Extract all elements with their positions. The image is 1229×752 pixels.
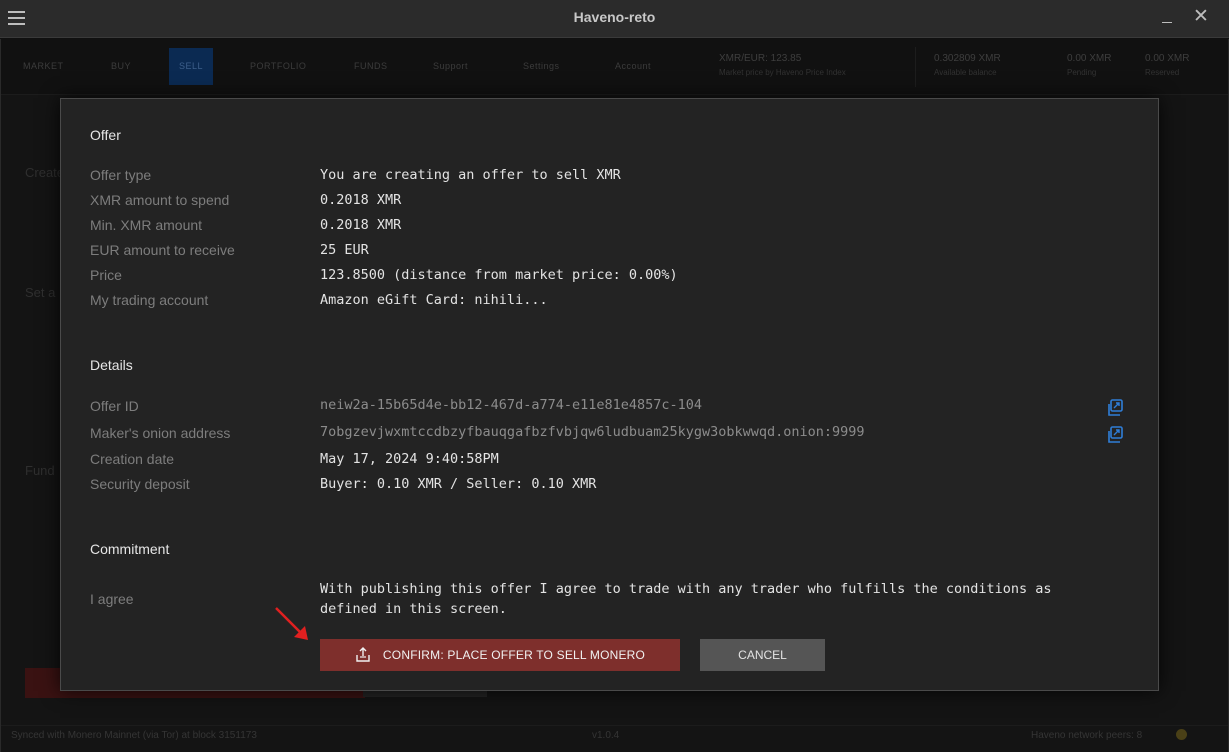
main-navbar: MARKET BUY SELL PORTFOLIO FUNDS Support … bbox=[1, 39, 1228, 95]
cancel-button[interactable]: CANCEL bbox=[700, 639, 825, 671]
price-value: 123.8500 (distance from market price: 0.… bbox=[320, 267, 678, 283]
status-bar: Synced with Monero Mainnet (via Tor) at … bbox=[1, 725, 1228, 751]
reserved-balance: 0.00 XMR bbox=[1145, 53, 1190, 64]
window-title: Haveno-reto bbox=[573, 9, 656, 25]
xmr-amount-value: 0.2018 XMR bbox=[320, 192, 402, 208]
offer-type-value: You are creating an offer to sell XMR bbox=[320, 167, 621, 183]
commitment-section-title: Commitment bbox=[90, 541, 170, 557]
creation-date-label: Creation date bbox=[90, 451, 175, 467]
pending-balance: 0.00 XMR bbox=[1067, 53, 1112, 64]
nav-portfolio[interactable]: PORTFOLIO bbox=[250, 61, 306, 71]
market-price-selector[interactable]: XMR/EUR: 123.85 Market price by Haveno P… bbox=[711, 47, 916, 87]
nav-sell[interactable]: SELL bbox=[169, 48, 213, 85]
set-heading: Set a bbox=[25, 285, 56, 300]
trading-account-value: Amazon eGift Card: nihili... bbox=[320, 292, 548, 308]
available-balance-label: Available balance bbox=[934, 68, 997, 77]
xmr-amount-label: XMR amount to spend bbox=[90, 192, 230, 208]
eur-amount-label: EUR amount to receive bbox=[90, 242, 235, 258]
nav-buy[interactable]: BUY bbox=[111, 61, 131, 71]
close-button[interactable]: ✕ bbox=[1192, 7, 1210, 27]
nav-funds[interactable]: FUNDS bbox=[354, 61, 388, 71]
copy-offer-id-icon[interactable] bbox=[1106, 399, 1124, 417]
fund-heading: Fund bbox=[25, 463, 55, 478]
security-deposit-value: Buyer: 0.10 XMR / Seller: 0.10 XMR bbox=[320, 476, 597, 492]
trading-account-label: My trading account bbox=[90, 292, 209, 308]
eur-amount-value: 25 EUR bbox=[320, 242, 369, 258]
onion-address-label: Maker's onion address bbox=[90, 425, 231, 441]
reserved-balance-label: Reserved bbox=[1145, 68, 1180, 77]
upload-icon bbox=[356, 647, 370, 662]
confirm-place-offer-button[interactable]: CONFIRM: PLACE OFFER TO SELL MONERO bbox=[320, 639, 680, 671]
details-section-title: Details bbox=[90, 357, 133, 373]
available-balance: 0.302809 XMR bbox=[934, 53, 1001, 64]
app-version: v1.0.4 bbox=[592, 730, 620, 741]
offer-confirmation-dialog: Offer Offer type You are creating an off… bbox=[60, 98, 1159, 691]
nav-support[interactable]: Support bbox=[433, 61, 468, 71]
security-deposit-label: Security deposit bbox=[90, 476, 190, 492]
offer-id-value: neiw2a-15b65d4e-bb12-467d-a774-e11e81e48… bbox=[320, 397, 703, 413]
offer-type-label: Offer type bbox=[90, 167, 152, 183]
minimize-button[interactable] bbox=[1160, 8, 1174, 28]
min-xmr-amount-label: Min. XMR amount bbox=[90, 217, 203, 233]
tor-status-icon bbox=[1176, 729, 1187, 740]
market-price-source: Market price by Haveno Price Index bbox=[719, 68, 846, 77]
nav-market[interactable]: MARKET bbox=[23, 61, 64, 71]
nav-account[interactable]: Account bbox=[615, 61, 651, 71]
agree-label: I agree bbox=[90, 591, 134, 607]
price-label: Price bbox=[90, 267, 122, 283]
min-xmr-amount-value: 0.2018 XMR bbox=[320, 217, 402, 233]
title-bar: Haveno-reto ✕ bbox=[0, 0, 1229, 38]
copy-onion-address-icon[interactable] bbox=[1106, 426, 1124, 444]
market-price: XMR/EUR: 123.85 bbox=[719, 53, 802, 64]
sync-status: Synced with Monero Mainnet (via Tor) at … bbox=[11, 730, 257, 741]
offer-section-title: Offer bbox=[90, 127, 121, 143]
confirm-button-label: CONFIRM: PLACE OFFER TO SELL MONERO bbox=[382, 648, 646, 662]
nav-settings[interactable]: Settings bbox=[523, 61, 560, 71]
creation-date-value: May 17, 2024 9:40:58PM bbox=[320, 451, 499, 467]
network-peers: Haveno network peers: 8 bbox=[1031, 730, 1143, 741]
offer-id-label: Offer ID bbox=[90, 398, 139, 414]
annotation-arrow-icon bbox=[275, 607, 308, 640]
create-heading: Create bbox=[25, 165, 65, 180]
commitment-text: With publishing this offer I agree to tr… bbox=[320, 581, 1052, 617]
onion-address-value: 7obgzevjwxmtccdbzyfbauqgafbzfvbjqw6ludbu… bbox=[320, 424, 865, 440]
pending-balance-label: Pending bbox=[1067, 68, 1097, 77]
